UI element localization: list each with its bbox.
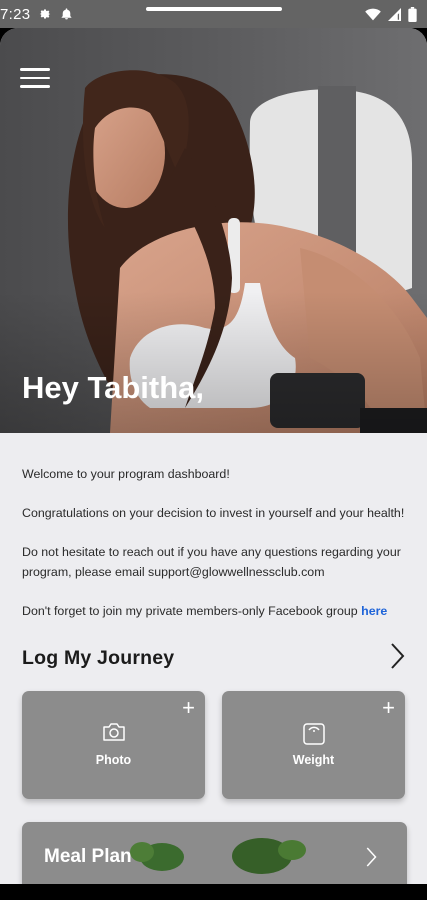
welcome-message: Welcome to your program dashboard! Congr… bbox=[0, 433, 427, 621]
journey-header[interactable]: Log My Journey bbox=[0, 641, 427, 677]
add-photo-plus-icon[interactable]: + bbox=[182, 696, 195, 719]
greeting-title: Hey Tabitha, bbox=[22, 370, 205, 405]
facebook-line-text: Don't forget to join my private members-… bbox=[22, 603, 362, 618]
home-gesture-handle[interactable] bbox=[145, 7, 282, 11]
app-screen: Hey Tabitha, Welcome to your program das… bbox=[0, 28, 427, 888]
chevron-right-icon[interactable] bbox=[389, 642, 405, 675]
status-right bbox=[365, 6, 417, 22]
journey-title: Log My Journey bbox=[22, 647, 175, 669]
hero-banner: Hey Tabitha, bbox=[0, 28, 427, 433]
photo-card-label: Photo bbox=[95, 752, 132, 767]
battery-icon bbox=[408, 6, 417, 22]
wifi-icon bbox=[365, 8, 381, 21]
meal-plan-label: Meal Plan bbox=[44, 846, 132, 867]
hamburger-menu-icon[interactable] bbox=[20, 66, 50, 90]
status-bar: 7:23 bbox=[0, 0, 427, 28]
journey-cards: + Photo + Weight bbox=[0, 690, 427, 799]
facebook-group-link[interactable]: here bbox=[361, 604, 387, 618]
status-time: 7:23 bbox=[0, 5, 31, 23]
system-navigation-bar bbox=[0, 884, 427, 900]
support-line: Do not hesitate to reach out if you have… bbox=[22, 545, 401, 579]
congratulations-line: Congratulations on your decision to inve… bbox=[22, 506, 405, 520]
weight-card[interactable]: + Weight bbox=[222, 690, 405, 799]
settings-gear-icon bbox=[38, 7, 52, 21]
notification-bell-icon bbox=[60, 7, 73, 21]
welcome-line: Welcome to your program dashboard! bbox=[22, 467, 230, 481]
status-left: 7:23 bbox=[0, 6, 73, 23]
facebook-line: Don't forget to join my private members-… bbox=[22, 602, 405, 622]
meal-plan-chevron-icon[interactable] bbox=[365, 846, 377, 873]
scale-icon bbox=[302, 722, 326, 751]
cellular-signal-icon bbox=[388, 7, 401, 21]
weight-card-label: Weight bbox=[292, 752, 335, 767]
camera-icon bbox=[102, 722, 126, 747]
photo-card[interactable]: + Photo bbox=[22, 690, 205, 799]
add-weight-plus-icon[interactable]: + bbox=[382, 696, 395, 719]
